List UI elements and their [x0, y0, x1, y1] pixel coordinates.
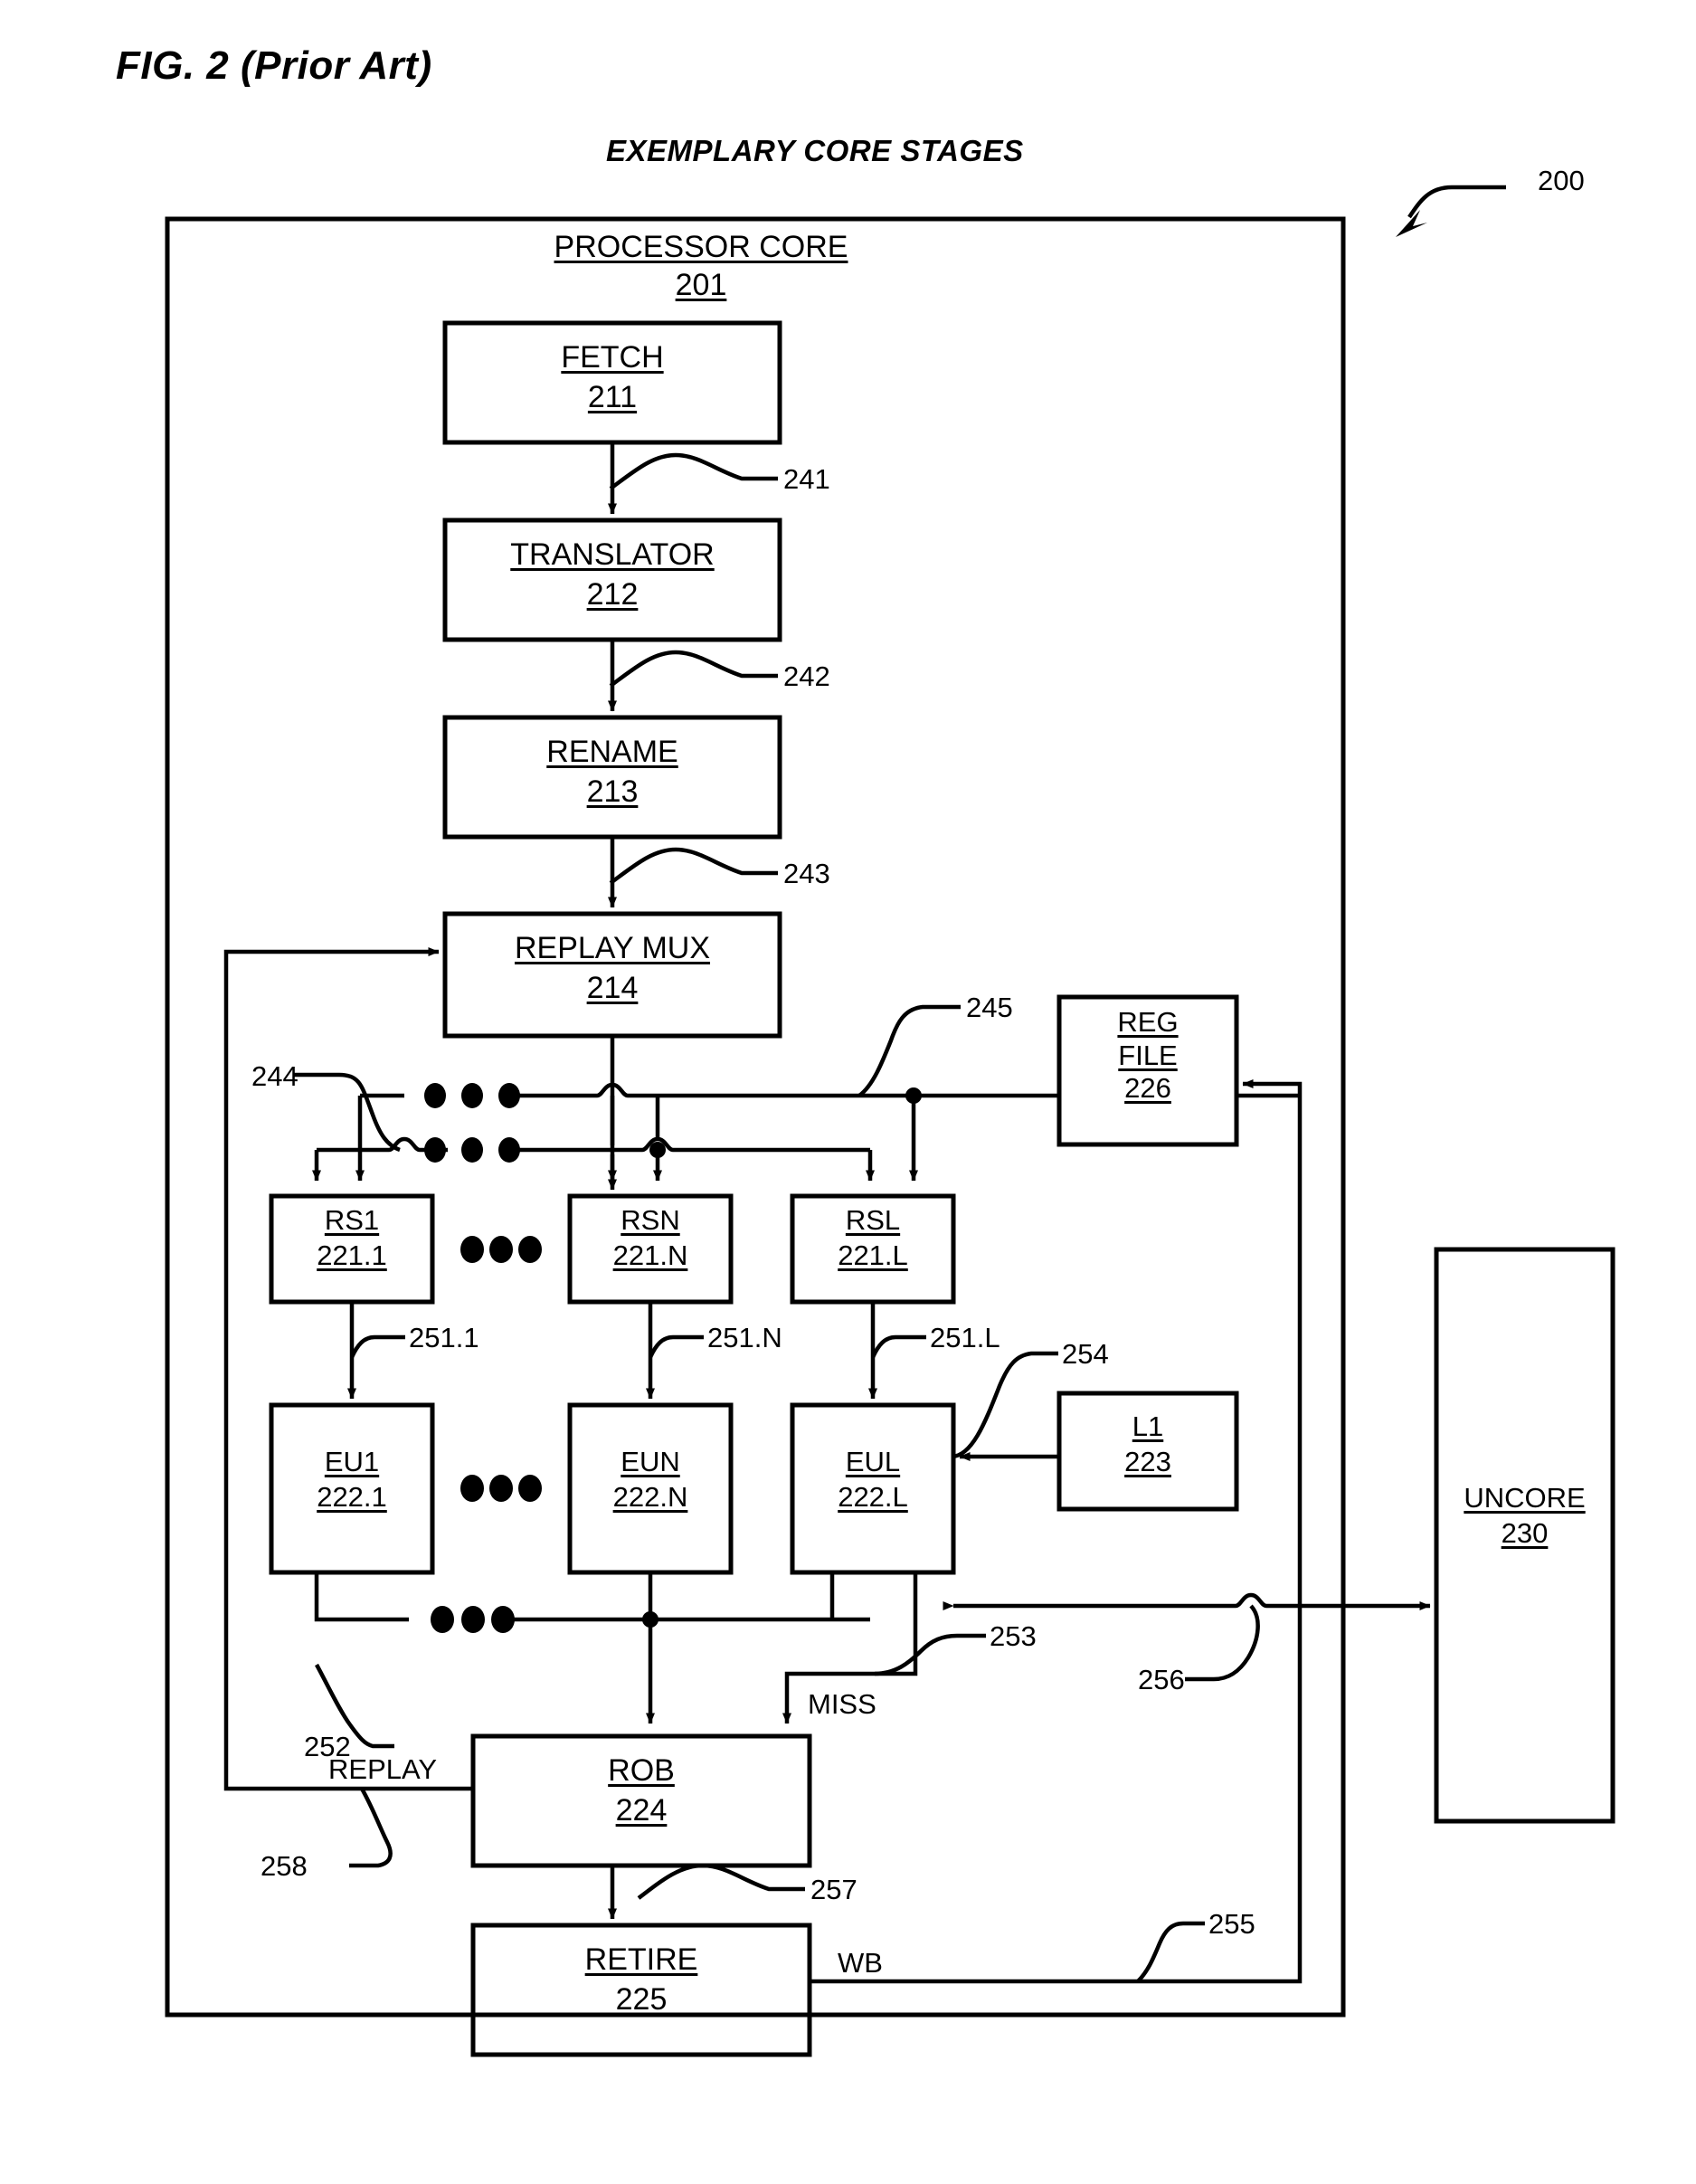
block-rob[interactable]: ROB 224	[473, 1753, 810, 1828]
figure-canvas: FIG. 2 (Prior Art) EXEMPLARY CORE STAGES…	[0, 0, 1696, 2184]
signal-ref-241: 241	[783, 463, 830, 495]
signal-ref-253: 253	[990, 1620, 1037, 1652]
block-rsl[interactable]: RSL 221.L	[792, 1204, 953, 1271]
signal-ref-257: 257	[810, 1874, 857, 1905]
block-rsn[interactable]: RSN 221.N	[570, 1204, 731, 1271]
signal-ref-256: 256	[1138, 1664, 1185, 1695]
block-rsl-title: RSL	[845, 1204, 901, 1236]
block-eun[interactable]: EUN 222.N	[570, 1446, 731, 1513]
block-rsn-title: RSN	[621, 1204, 680, 1236]
block-reg-file[interactable]: REG FILE 226	[1059, 1006, 1236, 1105]
block-rs1-title: RS1	[324, 1204, 380, 1236]
block-uncore-ref: 230	[1501, 1516, 1549, 1549]
signal-label-replay: REPLAY	[328, 1753, 438, 1785]
block-rename[interactable]: RENAME 213	[445, 736, 780, 808]
block-uncore-title: UNCORE	[1464, 1482, 1586, 1514]
block-reg-file-ref: 226	[1124, 1072, 1171, 1105]
block-eun-title: EUN	[621, 1446, 680, 1477]
block-uncore[interactable]: UNCORE 230	[1436, 1482, 1613, 1549]
signal-label-miss: MISS	[808, 1688, 876, 1720]
diagram-title: EXEMPLARY CORE STAGES	[606, 134, 1024, 167]
block-rs1-ref: 221.1	[317, 1239, 387, 1271]
block-retire-ref: 225	[615, 1981, 668, 2017]
block-translator-ref: 212	[586, 576, 639, 612]
processor-core-title: PROCESSOR CORE 201	[529, 230, 873, 302]
block-eul-title: EUL	[845, 1446, 901, 1477]
block-translator-title: TRANSLATOR	[510, 537, 715, 572]
block-reg-file-title-line2: FILE	[1118, 1039, 1178, 1071]
signal-ref-251-1: 251.1	[409, 1322, 479, 1353]
signal-ref-244: 244	[251, 1060, 298, 1092]
block-fetch-ref: 211	[587, 379, 638, 414]
block-rsn-ref: 221.N	[612, 1239, 688, 1271]
block-replay-mux-title: REPLAY MUX	[514, 931, 711, 965]
block-eun-ref: 222.N	[612, 1480, 688, 1513]
block-fetch-title: FETCH	[561, 340, 664, 375]
block-l1-ref: 223	[1124, 1445, 1171, 1477]
block-eu1-ref: 222.1	[317, 1480, 387, 1513]
block-rs1[interactable]: RS1 221.1	[271, 1204, 432, 1271]
block-replay-mux-ref: 214	[586, 970, 639, 1005]
block-rename-title: RENAME	[546, 735, 678, 769]
processor-core-ref: 201	[675, 267, 727, 302]
signal-label-wb: WB	[838, 1947, 883, 1979]
block-replay-mux[interactable]: REPLAY MUX 214	[445, 931, 780, 1005]
block-rob-title: ROB	[608, 1753, 675, 1788]
signal-ref-254: 254	[1062, 1338, 1109, 1370]
block-rename-ref: 213	[586, 774, 639, 809]
block-retire-title: RETIRE	[584, 1942, 698, 1977]
block-l1-title: L1	[1132, 1410, 1164, 1442]
block-retire[interactable]: RETIRE 225	[473, 1942, 810, 2017]
block-reg-file-title-line1: REG	[1117, 1006, 1179, 1038]
block-rsl-ref: 221.L	[838, 1239, 908, 1271]
block-eu1-title: EU1	[324, 1446, 380, 1477]
block-l1[interactable]: L1 223	[1059, 1410, 1236, 1477]
signal-ref-245: 245	[966, 992, 1013, 1023]
block-eu1[interactable]: EU1 222.1	[271, 1446, 432, 1513]
signal-ref-258: 258	[261, 1850, 308, 1882]
signal-ref-251-n: 251.N	[707, 1322, 782, 1353]
signal-ref-243: 243	[783, 858, 830, 889]
overall-reference-200: 200	[1538, 165, 1585, 196]
block-eul[interactable]: EUL 222.L	[792, 1446, 953, 1513]
block-translator[interactable]: TRANSLATOR 212	[445, 537, 780, 612]
signal-ref-242: 242	[783, 660, 830, 692]
signal-ref-251-l: 251.L	[930, 1322, 1000, 1353]
processor-core-title-text: PROCESSOR CORE	[554, 230, 848, 264]
signal-ref-255: 255	[1208, 1908, 1255, 1940]
block-fetch[interactable]: FETCH 211	[445, 340, 780, 414]
figure-label: FIG. 2 (Prior Art)	[116, 43, 432, 88]
block-eul-ref: 222.L	[838, 1480, 908, 1513]
block-rob-ref: 224	[615, 1792, 668, 1828]
